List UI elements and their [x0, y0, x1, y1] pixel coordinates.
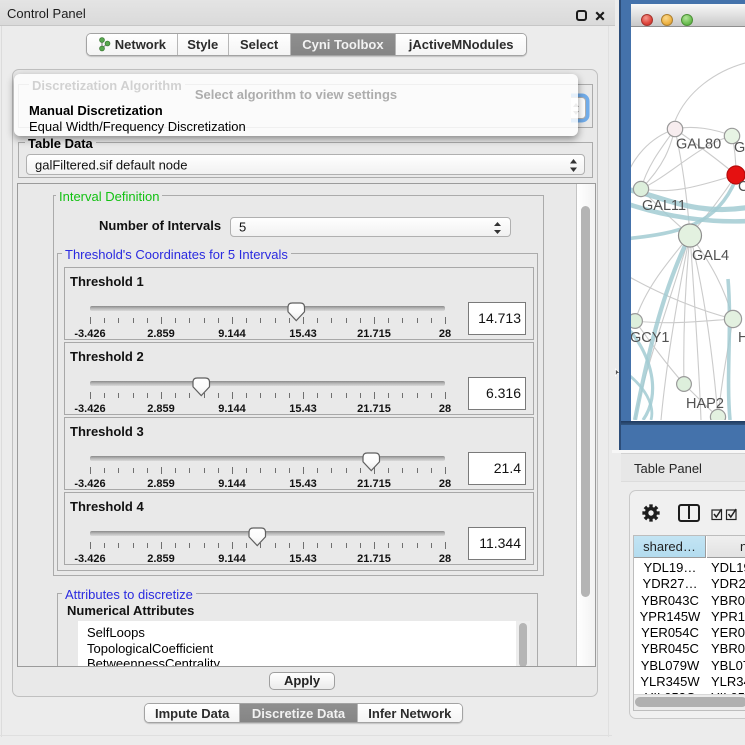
- svg-text:GAL11: GAL11: [642, 198, 686, 214]
- svg-text:HA: HA: [738, 330, 745, 346]
- svg-text:HAP2: HAP2: [686, 396, 724, 412]
- svg-text:GAL80: GAL80: [676, 137, 721, 153]
- svg-text:C: C: [738, 179, 745, 195]
- svg-text:GCY1: GCY1: [631, 330, 670, 346]
- svg-text:GA: GA: [734, 140, 745, 156]
- svg-text:GAL4: GAL4: [692, 248, 729, 264]
